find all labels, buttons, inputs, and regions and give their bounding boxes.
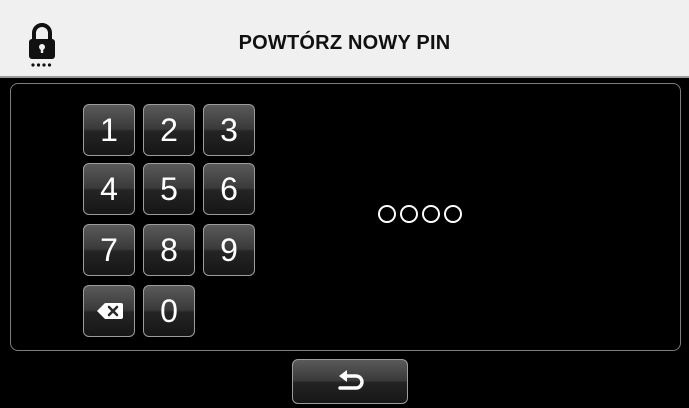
- pin-dot: [378, 205, 396, 223]
- key-3[interactable]: 3: [203, 104, 255, 156]
- key-4[interactable]: 4: [83, 163, 135, 215]
- backspace-button[interactable]: [83, 285, 135, 337]
- pin-indicator: [378, 205, 462, 227]
- key-6[interactable]: 6: [203, 163, 255, 215]
- back-arrow-icon: [338, 370, 364, 390]
- pin-dot: [444, 205, 462, 223]
- key-8[interactable]: 8: [143, 224, 195, 276]
- key-7[interactable]: 7: [83, 224, 135, 276]
- key-9[interactable]: 9: [203, 224, 255, 276]
- backspace-icon: [97, 303, 123, 319]
- key-5[interactable]: 5: [143, 163, 195, 215]
- back-button[interactable]: [292, 359, 408, 404]
- key-0[interactable]: 0: [143, 285, 195, 337]
- page-title: POWTÓRZ NOWY PIN: [238, 32, 451, 54]
- header-bar: POWTÓRZ NOWY PIN: [0, 0, 689, 78]
- pin-dot: [400, 205, 418, 223]
- key-2[interactable]: 2: [143, 104, 195, 156]
- pin-dot: [422, 205, 440, 223]
- key-1[interactable]: 1: [83, 104, 135, 156]
